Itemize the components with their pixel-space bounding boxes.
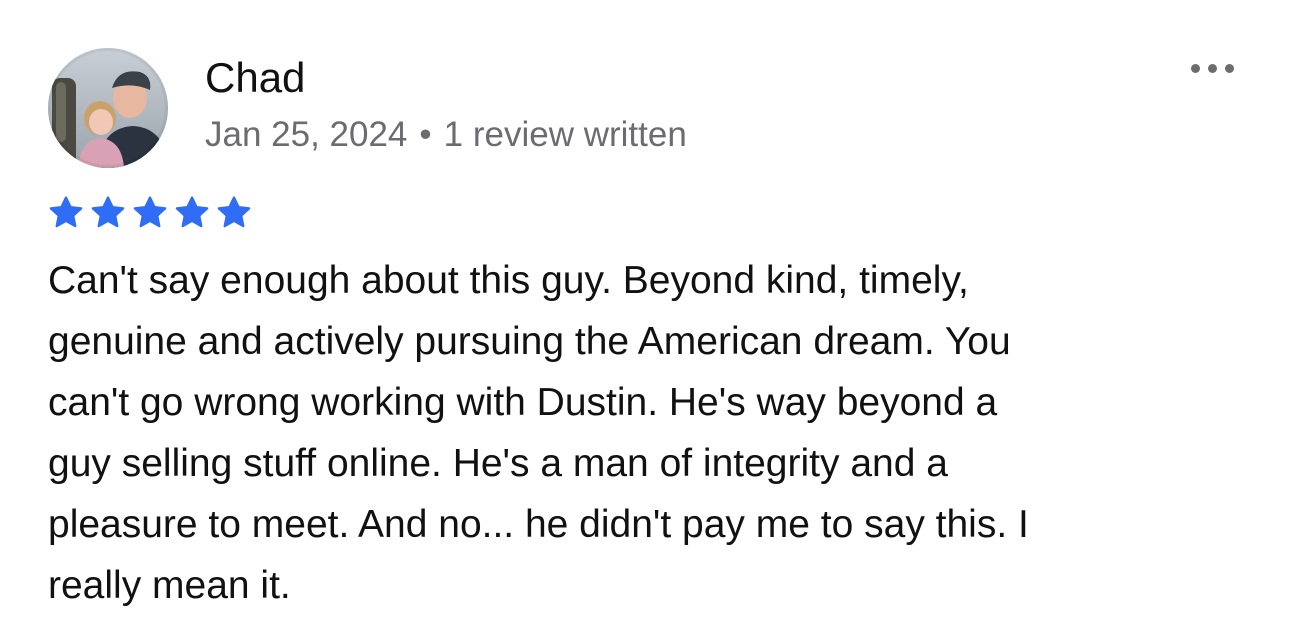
reviews-written-count[interactable]: 1 review written xyxy=(444,115,687,154)
more-horizontal-icon xyxy=(1190,63,1200,73)
star-rating xyxy=(47,194,253,232)
avatar[interactable] xyxy=(48,48,168,168)
review-text-line: guy selling stuff online. He's a man of … xyxy=(48,442,948,485)
review-date: Jan 25, 2024 xyxy=(205,115,408,154)
more-options-button[interactable] xyxy=(1180,50,1244,86)
star-icon xyxy=(133,196,167,228)
meta-separator: • xyxy=(419,115,432,154)
star-icon xyxy=(175,196,209,228)
reviewer-name[interactable]: Chad xyxy=(205,54,305,102)
review-text-line: genuine and actively pursuing the Americ… xyxy=(48,320,1011,363)
star-icon xyxy=(91,196,125,228)
review-text: Can't say enough about this guy. Beyond … xyxy=(48,250,1248,616)
more-dot xyxy=(1207,63,1217,73)
review-text-line: Can't say enough about this guy. Beyond … xyxy=(48,259,969,302)
review-meta: Jan 25, 2024 • 1 review written xyxy=(205,114,687,156)
review-text-line: can't go wrong working with Dustin. He's… xyxy=(48,381,998,424)
review-text-line: pleasure to meet. And no... he didn't pa… xyxy=(48,503,1029,546)
more-dot xyxy=(1224,63,1234,73)
review-text-line: really mean it. xyxy=(48,564,291,607)
profile-photo xyxy=(48,48,168,168)
review-card: Chad Jan 25, 2024 • 1 review written Can't… xyxy=(0,0,1290,619)
star-icon xyxy=(49,196,83,228)
star-icon xyxy=(217,196,251,228)
